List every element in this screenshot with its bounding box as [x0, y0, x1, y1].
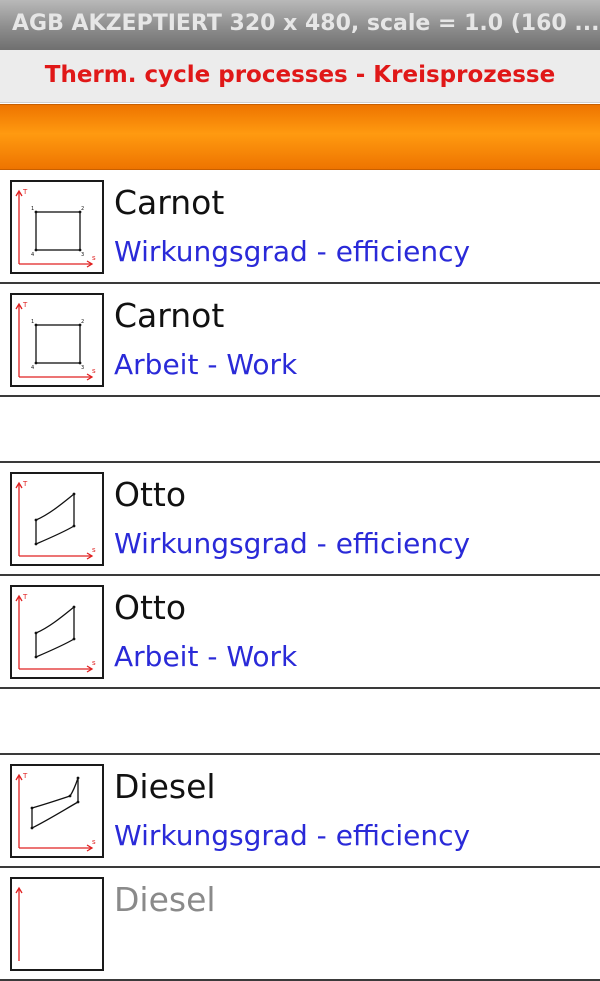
- list-item[interactable]: T s Diesel Wirkungsgrad - efficiency: [0, 755, 600, 868]
- window-title: AGB AKZEPTIERT 320 x 480, scale = 1.0 (1…: [12, 11, 600, 36]
- item-title: Carnot: [114, 296, 225, 335]
- window-title-bar: AGB AKZEPTIERT 320 x 480, scale = 1.0 (1…: [0, 0, 600, 50]
- svg-text:T: T: [22, 188, 28, 196]
- orange-divider-bar: [0, 104, 600, 170]
- item-title: Diesel: [114, 767, 216, 806]
- item-title: Carnot: [114, 183, 225, 222]
- item-title: Otto: [114, 475, 187, 514]
- otto-diagram-icon: T s: [10, 472, 104, 566]
- cycle-list: T s 1 2 3 4 Carnot Wirkungsgrad - efficien…: [0, 171, 600, 981]
- list-item[interactable]: T s 1 2 3 4 Carnot Arbeit - Work: [0, 284, 600, 397]
- item-title: Otto: [114, 588, 187, 627]
- svg-text:3: 3: [81, 252, 84, 258]
- page-header: Therm. cycle processes - Kreisprozesse: [0, 50, 600, 103]
- svg-text:3: 3: [81, 365, 84, 371]
- svg-text:T: T: [22, 301, 28, 309]
- carnot-diagram-icon: T s 1 2 3 4: [10, 180, 104, 274]
- svg-text:T: T: [22, 772, 28, 780]
- list-item[interactable]: T s 1 2 3 4 Carnot Wirkungsgrad - efficien…: [0, 171, 600, 284]
- svg-text:T: T: [22, 480, 28, 488]
- svg-text:2: 2: [81, 319, 84, 325]
- item-subtitle: Wirkungsgrad - efficiency: [114, 819, 471, 852]
- item-subtitle: Wirkungsgrad - efficiency: [114, 235, 471, 268]
- item-subtitle: Arbeit - Work: [114, 348, 298, 381]
- svg-text:s: s: [92, 367, 96, 375]
- svg-text:T: T: [22, 593, 28, 601]
- svg-text:1: 1: [31, 206, 34, 212]
- list-item[interactable]: T s Otto Wirkungsgrad - efficiency: [0, 463, 600, 576]
- list-separator: [0, 689, 600, 755]
- list-item[interactable]: Diesel: [0, 868, 600, 981]
- diesel-diagram-icon: [10, 877, 104, 971]
- diesel-diagram-icon: T s: [10, 764, 104, 858]
- list-item[interactable]: T s Otto Arbeit - Work: [0, 576, 600, 689]
- page-title: Therm. cycle processes - Kreisprozesse: [44, 62, 556, 88]
- item-subtitle: Arbeit - Work: [114, 640, 298, 673]
- svg-text:s: s: [92, 659, 96, 667]
- svg-text:1: 1: [31, 319, 34, 325]
- list-separator: [0, 397, 600, 463]
- svg-text:s: s: [92, 838, 96, 846]
- item-subtitle: Wirkungsgrad - efficiency: [114, 527, 471, 560]
- svg-text:s: s: [92, 254, 96, 262]
- svg-text:s: s: [92, 546, 96, 554]
- svg-text:4: 4: [31, 365, 34, 371]
- otto-diagram-icon: T s: [10, 585, 104, 679]
- svg-text:4: 4: [31, 252, 34, 258]
- carnot-diagram-icon: T s 1 2 3 4: [10, 293, 104, 387]
- svg-text:2: 2: [81, 206, 84, 212]
